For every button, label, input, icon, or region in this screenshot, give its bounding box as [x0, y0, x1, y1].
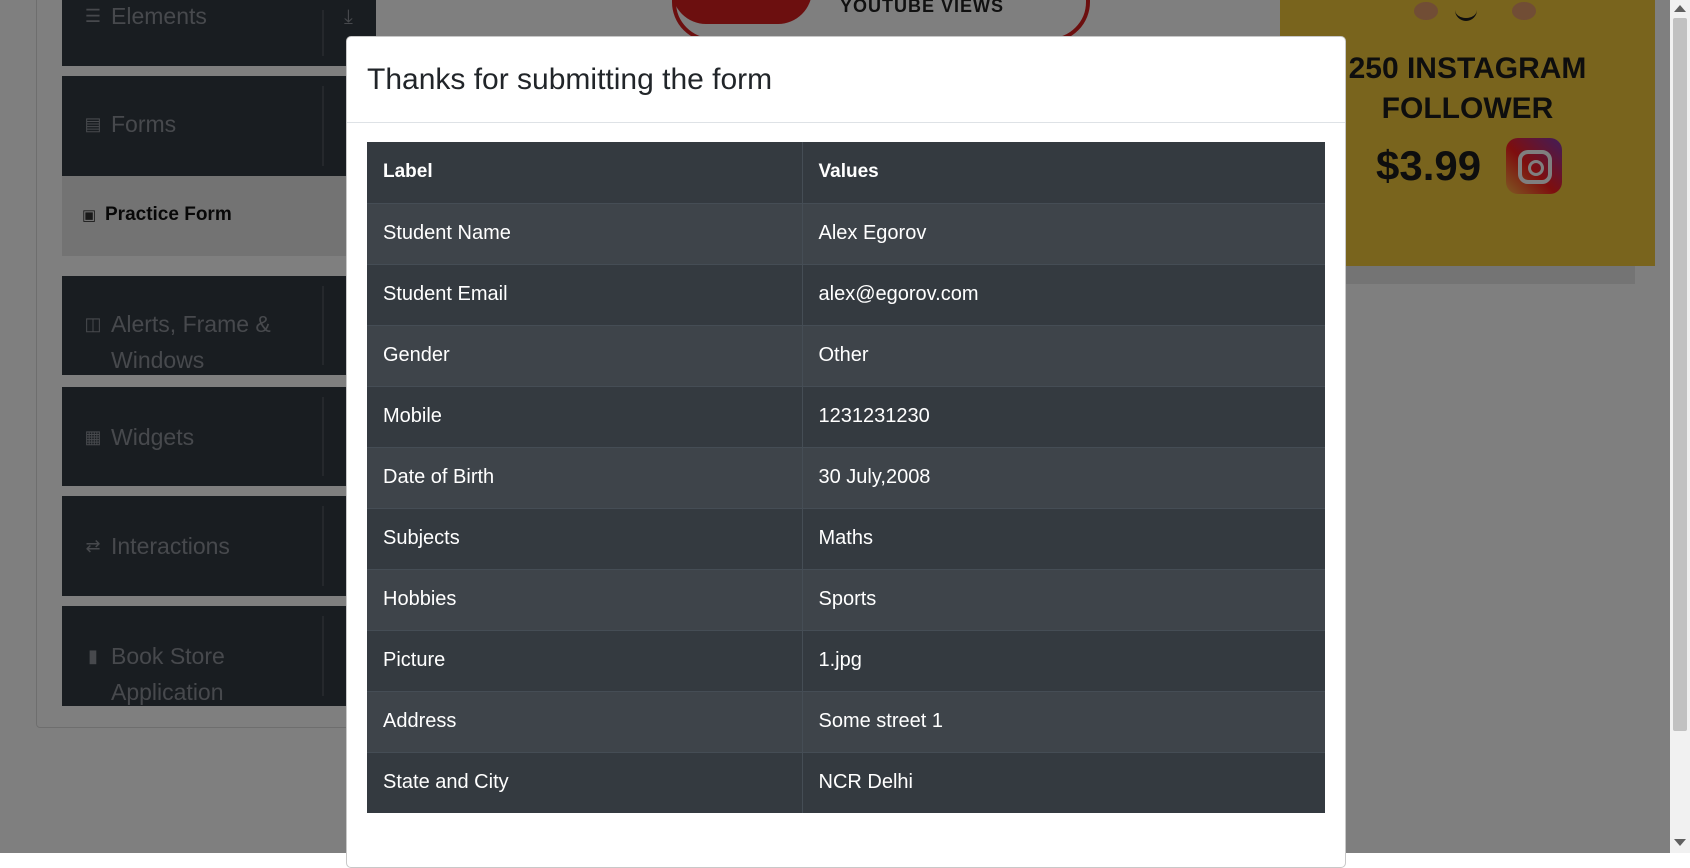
table-row: Student Name Alex Egorov: [367, 202, 1325, 264]
row-value: 30 July,2008: [802, 446, 1325, 508]
submission-modal: Thanks for submitting the form Label Val…: [346, 36, 1346, 868]
row-value: 1231231230: [802, 385, 1325, 447]
row-label: State and City: [367, 751, 803, 813]
row-label: Gender: [367, 324, 803, 386]
row-value: NCR Delhi: [802, 751, 1325, 813]
modal-title: Thanks for submitting the form: [367, 63, 773, 96]
row-label: Student Email: [367, 263, 803, 325]
row-value: Some street 1: [802, 690, 1325, 752]
scrollbar-thumb[interactable]: [1673, 18, 1687, 731]
row-value: Maths: [802, 507, 1325, 569]
table-row: Address Some street 1: [367, 690, 1325, 752]
column-header-values: Values: [802, 142, 1325, 203]
scroll-up-arrow-icon[interactable]: [1674, 5, 1686, 12]
scroll-down-arrow-icon[interactable]: [1674, 839, 1686, 846]
row-label: Date of Birth: [367, 446, 803, 508]
row-value: Sports: [802, 568, 1325, 630]
row-value: alex@egorov.com: [802, 263, 1325, 325]
row-value: Other: [802, 324, 1325, 386]
row-value: Alex Egorov: [802, 202, 1325, 264]
row-label: Student Name: [367, 202, 803, 264]
table-row: Hobbies Sports: [367, 568, 1325, 630]
table-row: Mobile 1231231230: [367, 385, 1325, 447]
row-label: Hobbies: [367, 568, 803, 630]
table-header-row: Label Values: [367, 142, 1325, 203]
row-label: Subjects: [367, 507, 803, 569]
row-label: Picture: [367, 629, 803, 691]
table-row: State and City NCR Delhi: [367, 751, 1325, 813]
row-label: Address: [367, 690, 803, 752]
table-row: Date of Birth 30 July,2008: [367, 446, 1325, 508]
table-row: Subjects Maths: [367, 507, 1325, 569]
column-header-label: Label: [367, 142, 803, 203]
modal-header: Thanks for submitting the form: [347, 37, 1345, 123]
row-label: Mobile: [367, 385, 803, 447]
results-table: Label Values Student Name Alex Egorov Stu…: [367, 142, 1325, 813]
table-row: Student Email alex@egorov.com: [367, 263, 1325, 325]
row-value: 1.jpg: [802, 629, 1325, 691]
table-row: Picture 1.jpg: [367, 629, 1325, 691]
table-row: Gender Other: [367, 324, 1325, 386]
